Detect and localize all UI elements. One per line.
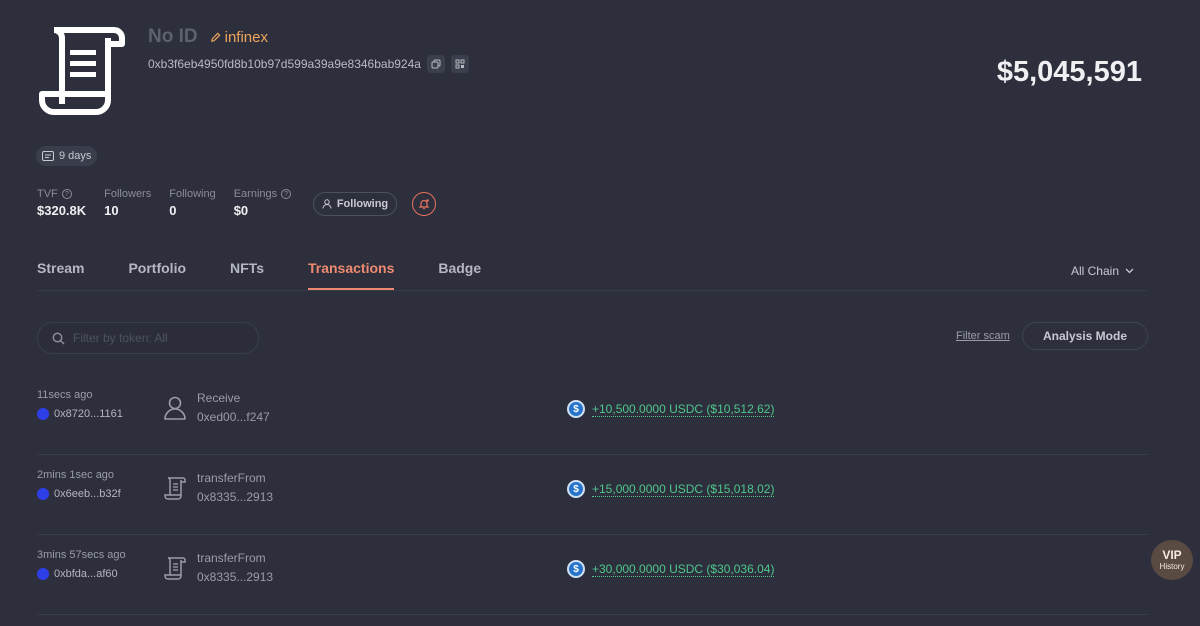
copy-icon[interactable] — [426, 55, 445, 73]
help-icon[interactable]: ? — [281, 189, 292, 199]
address-row: 0xb3f6eb4950fd8b10b97d599a39a9e8346bab92… — [148, 55, 469, 73]
total-balance: $5,045,591 — [996, 56, 1142, 88]
tx-hash-text: 0x8720...1161 — [54, 408, 123, 420]
chevron-down-icon — [1125, 268, 1134, 274]
tx-amount-text: +30,000.0000 USDC ($30,036.04) — [592, 561, 775, 577]
stat-value: $0 — [233, 203, 249, 218]
tx-amount[interactable]: $ +15,000.0000 USDC ($15,018.02) — [567, 480, 775, 498]
notification-bell-button[interactable] — [412, 192, 436, 216]
stat-tvf: TVF? $320.8K — [37, 188, 86, 218]
name-row: No ID infinex — [148, 26, 268, 48]
wallet-age: 9 days — [59, 150, 92, 162]
pencil-icon — [210, 32, 221, 42]
qr-code-icon[interactable] — [450, 55, 469, 73]
tx-hash-text: 0x6eeb...b32f — [54, 488, 121, 500]
tx-action: transferFrom — [197, 471, 266, 485]
vip-subtitle: History — [1159, 562, 1185, 571]
profile-name: No ID — [148, 26, 198, 47]
profile-stats: TVF? $320.8K Followers 10 Following 0 Ea… — [37, 188, 292, 218]
usdc-icon: $ — [567, 560, 585, 578]
chain-selector-label: All Chain — [1070, 264, 1119, 278]
tab-nfts[interactable]: NFTs — [230, 260, 264, 290]
stat-label: TVF — [37, 188, 58, 200]
tx-action: transferFrom — [197, 551, 266, 565]
ens-link[interactable]: infinex — [210, 29, 268, 46]
stat-earnings: Earnings? $0 — [233, 188, 292, 218]
chain-selector[interactable]: All Chain — [1071, 264, 1134, 278]
stat-label: Followers — [104, 188, 152, 200]
vip-history-button[interactable]: VIP History — [1151, 540, 1193, 580]
tx-amount[interactable]: $ +30,000.0000 USDC ($30,036.04) — [567, 560, 775, 578]
tx-amount[interactable]: $ +10,500.0000 USDC ($10,512.62) — [567, 400, 775, 418]
tx-hash[interactable]: 0x6eeb...b32f — [37, 488, 121, 500]
chain-icon — [37, 408, 49, 420]
tx-hash-text: 0xbfda...af60 — [54, 568, 118, 580]
tx-amount-text: +10,500.0000 USDC ($10,512.62) — [592, 401, 775, 417]
bell-icon — [418, 199, 430, 210]
tab-badge[interactable]: Badge — [438, 260, 481, 290]
calendar-icon — [42, 151, 54, 161]
tx-time: 2mins 1sec ago — [37, 469, 115, 481]
tab-transactions[interactable]: Transactions — [307, 260, 395, 290]
usdc-icon: $ — [567, 480, 585, 498]
stat-value: 0 — [169, 203, 177, 218]
wallet-age-badge: 9 days — [36, 146, 98, 166]
table-row: 2mins 1sec ago 0x6eeb...b32f transferFro… — [37, 455, 1148, 535]
ens-name: infinex — [224, 28, 268, 46]
token-filter-input[interactable] — [73, 331, 243, 345]
analysis-mode-button[interactable]: Analysis Mode — [1022, 322, 1148, 350]
token-filter-search[interactable] — [37, 322, 259, 354]
scroll-contract-icon — [39, 27, 125, 115]
tx-counterparty[interactable]: 0x8335...2913 — [197, 570, 273, 584]
stat-value: 10 — [104, 203, 119, 218]
following-button[interactable]: Following — [313, 192, 397, 216]
tx-counterparty[interactable]: 0xed00...f247 — [197, 410, 270, 424]
contract-icon — [164, 557, 186, 580]
table-row: 11secs ago 0x8720...1161 Receive 0xed00.… — [37, 375, 1148, 455]
chain-icon — [37, 568, 49, 580]
search-icon — [52, 332, 65, 345]
profile-tabs: Stream Portfolio NFTs Transactions Badge — [37, 260, 481, 290]
tx-counterparty[interactable]: 0x8335...2913 — [197, 490, 273, 504]
stat-following[interactable]: Following 0 — [169, 188, 215, 218]
stat-value: $320.8K — [37, 203, 87, 218]
tx-hash[interactable]: 0xbfda...af60 — [37, 568, 118, 580]
tx-amount-text: +15,000.0000 USDC ($15,018.02) — [592, 481, 775, 497]
tab-portfolio[interactable]: Portfolio — [128, 260, 186, 290]
tab-stream[interactable]: Stream — [37, 260, 84, 290]
stat-followers[interactable]: Followers 10 — [104, 188, 151, 218]
tx-action: Receive — [197, 391, 241, 405]
tx-hash[interactable]: 0x8720...1161 — [37, 408, 123, 420]
following-label: Following — [336, 198, 389, 210]
wallet-address: 0xb3f6eb4950fd8b10b97d599a39a9e8346bab92… — [148, 57, 421, 71]
chain-icon — [37, 488, 49, 500]
usdc-icon: $ — [567, 400, 585, 418]
table-row: 3mins 57secs ago 0xbfda...af60 transferF… — [37, 535, 1148, 615]
user-icon — [322, 199, 332, 209]
stat-label: Following — [169, 188, 216, 200]
help-icon[interactable]: ? — [61, 189, 72, 199]
tx-time: 3mins 57secs ago — [37, 549, 126, 561]
stat-label: Earnings — [233, 188, 278, 200]
tx-time: 11secs ago — [37, 389, 93, 401]
vip-title: VIP — [1162, 548, 1182, 562]
contract-icon — [164, 477, 186, 500]
filter-scam-link[interactable]: Filter scam — [956, 330, 1010, 342]
tabs-divider — [37, 290, 1148, 291]
user-icon — [164, 396, 186, 420]
